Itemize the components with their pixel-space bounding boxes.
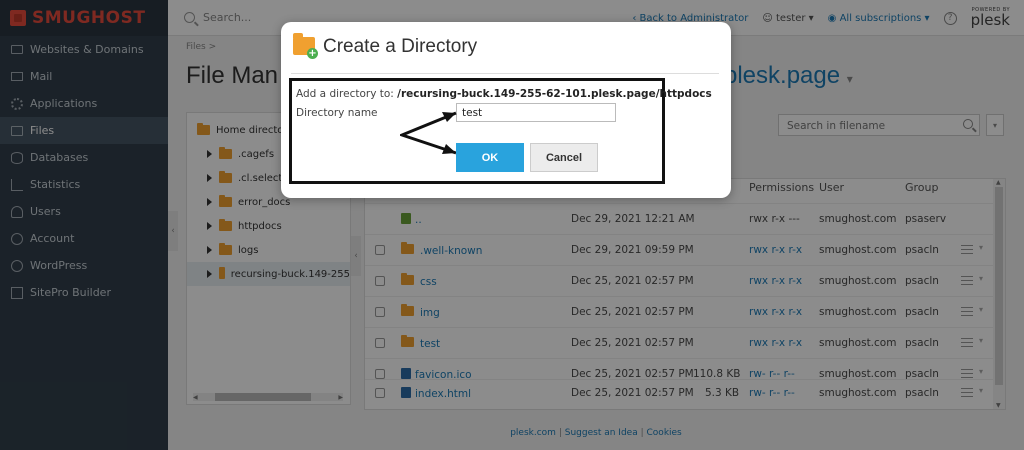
cancel-button[interactable]: Cancel bbox=[530, 143, 598, 172]
create-directory-dialog: + Create a Directory Add a directory to:… bbox=[281, 22, 731, 198]
plus-icon: + bbox=[307, 48, 318, 59]
add-prefix: Add a directory to: bbox=[296, 88, 394, 100]
directory-name-input[interactable] bbox=[456, 103, 616, 122]
directory-name-label: Directory name bbox=[296, 107, 378, 119]
dialog-title: Create a Directory bbox=[323, 36, 478, 57]
ok-button[interactable]: OK bbox=[456, 143, 524, 172]
annotation-arrows bbox=[400, 111, 457, 155]
target-path-text: Add a directory to: /recursing-buck.149-… bbox=[296, 88, 712, 100]
target-path: /recursing-buck.149-255-62-101.plesk.pag… bbox=[397, 88, 712, 100]
dialog-divider bbox=[291, 73, 719, 74]
highlight-box: Add a directory to: /recursing-buck.149-… bbox=[289, 78, 712, 184]
